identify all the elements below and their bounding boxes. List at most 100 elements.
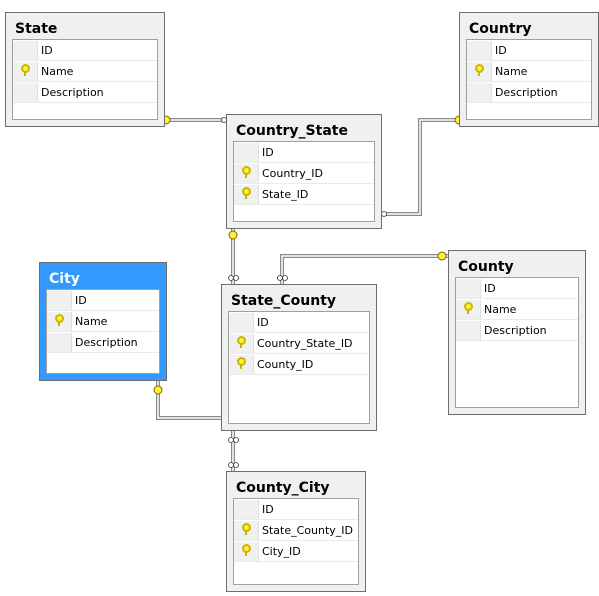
- key-icon: [20, 63, 30, 76]
- table-state[interactable]: State ID Name Description: [5, 12, 165, 127]
- row-selector[interactable]: [456, 320, 481, 340]
- table-title[interactable]: State: [15, 21, 57, 37]
- column-row[interactable]: County_ID: [229, 354, 369, 375]
- row-selector[interactable]: [234, 184, 259, 204]
- column-row[interactable]: Description: [47, 332, 159, 353]
- column-row[interactable]: State_County_ID: [234, 520, 358, 541]
- row-selector[interactable]: [456, 299, 481, 319]
- column-name: ID: [41, 43, 53, 57]
- column-row[interactable]: ID: [456, 278, 578, 299]
- column-row[interactable]: ID: [13, 40, 157, 61]
- column-row[interactable]: Name: [467, 61, 591, 82]
- row-selector[interactable]: [234, 142, 259, 162]
- column-row[interactable]: State_ID: [234, 184, 374, 205]
- column-row[interactable]: ID: [234, 499, 358, 520]
- column-grid: ID Name Description: [466, 39, 592, 120]
- column-name: ID: [495, 43, 507, 57]
- table-county[interactable]: County ID Name Description: [448, 250, 586, 415]
- column-grid: ID State_County_ID City_ID: [233, 498, 359, 585]
- column-grid: ID Name Description: [455, 277, 579, 408]
- column-name: ID: [484, 281, 496, 295]
- column-name: ID: [75, 293, 87, 307]
- key-icon: [241, 165, 251, 178]
- rel-country-state-state-county[interactable]: [228, 229, 239, 284]
- column-row[interactable]: ID: [467, 40, 591, 61]
- column-name: ID: [262, 502, 274, 516]
- table-title[interactable]: Country: [469, 21, 532, 37]
- row-selector[interactable]: [229, 333, 254, 353]
- column-name: Name: [484, 302, 517, 316]
- row-selector[interactable]: [467, 82, 492, 102]
- column-name: Description: [41, 85, 104, 99]
- rel-city-state-county[interactable]: [153, 381, 221, 420]
- row-selector[interactable]: [47, 311, 72, 331]
- column-name: Description: [75, 335, 138, 349]
- key-icon: [236, 335, 246, 348]
- key-icon: [241, 543, 251, 556]
- column-name: Country_ID: [262, 166, 323, 180]
- column-row[interactable]: Name: [47, 311, 159, 332]
- column-name: State_ID: [262, 187, 309, 201]
- row-selector[interactable]: [13, 61, 38, 81]
- row-selector[interactable]: [234, 499, 259, 519]
- column-row[interactable]: ID: [229, 312, 369, 333]
- rel-state-county-county-city[interactable]: [228, 431, 239, 471]
- table-country-state[interactable]: Country_State ID Country_ID State_ID: [226, 114, 382, 229]
- row-selector[interactable]: [467, 40, 492, 60]
- key-end-icon: [228, 230, 238, 240]
- column-row[interactable]: ID: [47, 290, 159, 311]
- key-end-icon: [153, 385, 163, 395]
- column-row[interactable]: Description: [13, 82, 157, 103]
- column-grid: ID Name Description: [12, 39, 158, 120]
- column-name: Description: [484, 323, 547, 337]
- column-row[interactable]: Name: [13, 61, 157, 82]
- table-state-county[interactable]: State_County ID Country_State_ID County_ID: [221, 284, 377, 431]
- table-title[interactable]: County: [458, 259, 514, 275]
- column-grid: ID Country_ID State_ID: [233, 141, 375, 222]
- table-title[interactable]: State_County: [231, 293, 336, 309]
- column-row[interactable]: Country_ID: [234, 163, 374, 184]
- row-selector[interactable]: [456, 278, 481, 298]
- column-row[interactable]: Name: [456, 299, 578, 320]
- column-name: City_ID: [262, 544, 301, 558]
- column-name: Country_State_ID: [257, 336, 353, 350]
- column-name: County_ID: [257, 357, 314, 371]
- column-name: Name: [41, 64, 74, 78]
- column-row[interactable]: Description: [467, 82, 591, 103]
- row-selector[interactable]: [234, 163, 259, 183]
- key-icon: [236, 356, 246, 369]
- row-selector[interactable]: [467, 61, 492, 81]
- table-title[interactable]: Country_State: [236, 123, 348, 139]
- column-name: State_County_ID: [262, 523, 354, 537]
- column-row[interactable]: ID: [234, 142, 374, 163]
- row-selector[interactable]: [47, 290, 72, 310]
- column-row[interactable]: Description: [456, 320, 578, 341]
- column-row[interactable]: City_ID: [234, 541, 358, 562]
- column-name: ID: [257, 315, 269, 329]
- key-icon: [474, 63, 484, 76]
- column-name: Name: [495, 64, 528, 78]
- key-icon: [241, 186, 251, 199]
- row-selector[interactable]: [13, 82, 38, 102]
- column-name: Name: [75, 314, 108, 328]
- key-icon: [54, 313, 64, 326]
- row-selector[interactable]: [234, 541, 259, 561]
- row-selector[interactable]: [47, 332, 72, 352]
- table-title[interactable]: City: [49, 271, 80, 287]
- rel-country-country-state[interactable]: [376, 115, 464, 217]
- row-selector[interactable]: [13, 40, 38, 60]
- table-country[interactable]: Country ID Name Description: [459, 12, 599, 127]
- column-row[interactable]: Country_State_ID: [229, 333, 369, 354]
- row-selector[interactable]: [229, 312, 254, 332]
- table-city[interactable]: City ID Name Description: [39, 262, 167, 381]
- table-title[interactable]: County_City: [236, 480, 330, 496]
- key-end-icon: [437, 251, 447, 261]
- row-selector[interactable]: [234, 520, 259, 540]
- rel-state-country-state[interactable]: [161, 115, 232, 125]
- row-selector[interactable]: [229, 354, 254, 374]
- column-name: ID: [262, 145, 274, 159]
- key-icon: [463, 301, 473, 314]
- table-county-city[interactable]: County_City ID State_County_ID City_ID: [226, 471, 366, 592]
- column-grid: ID Country_State_ID County_ID: [228, 311, 370, 424]
- rel-county-state-county[interactable]: [277, 251, 449, 284]
